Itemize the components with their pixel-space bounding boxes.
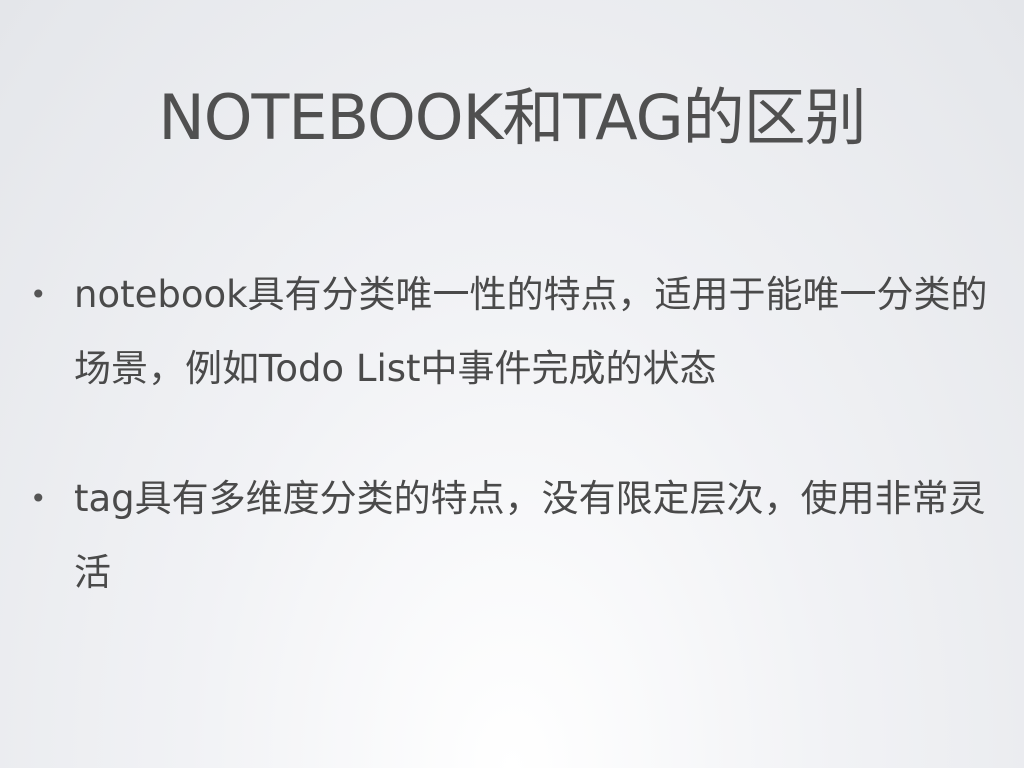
bullet-text: tag具有多维度分类的特点，没有限定层次，使用非常灵活 xyxy=(74,477,986,594)
slide-title: NOTEBOOK和TAG的区别 xyxy=(158,81,866,154)
bullet-dot-icon: • xyxy=(30,278,47,311)
bullet-item-notebook: • notebook具有分类唯一性的特点，适用于能唯一分类的场景，例如Todo … xyxy=(30,258,990,406)
bullet-dot-icon: • xyxy=(30,482,47,515)
slide: NOTEBOOK和TAG的区别 • notebook具有分类唯一性的特点，适用于… xyxy=(0,0,1024,768)
bullet-item-tag: • tag具有多维度分类的特点，没有限定层次，使用非常灵活 xyxy=(30,462,990,610)
bullet-text: notebook具有分类唯一性的特点，适用于能唯一分类的场景，例如Todo Li… xyxy=(74,273,988,390)
bullet-list: • notebook具有分类唯一性的特点，适用于能唯一分类的场景，例如Todo … xyxy=(30,258,990,666)
